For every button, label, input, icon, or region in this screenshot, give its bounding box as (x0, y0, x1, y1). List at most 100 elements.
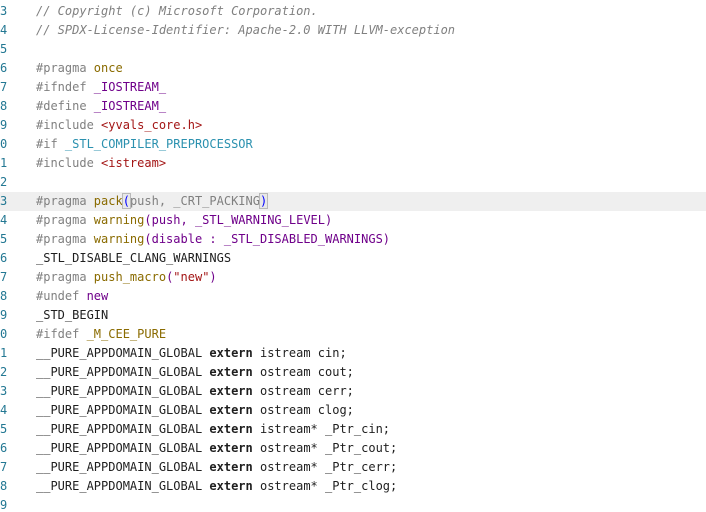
code-token: extern (209, 479, 253, 493)
code-token: _M_CEE_PURE (79, 327, 167, 341)
code-line[interactable]: 9 #include <yvals_core.h> (0, 116, 706, 135)
code-line[interactable]: 1 #include <istream> (0, 154, 706, 173)
code-token: (push, _STL_WARNING_LEVEL) (144, 213, 333, 227)
line-code: #include <istream> (36, 154, 166, 173)
code-token: extern (209, 346, 253, 360)
code-token: once (86, 61, 123, 75)
line-number: 8 (0, 99, 8, 113)
code-line[interactable]: 0 #ifdef _M_CEE_PURE (0, 325, 706, 344)
code-token: // Copyright (c) Microsoft Corporation. (36, 4, 318, 18)
code-line[interactable]: 8 __PURE_APPDOMAIN_GLOBAL extern ostream*… (0, 477, 706, 496)
code-token: (disable : _STL_DISABLED_WARNINGS) (144, 232, 391, 246)
line-number: 2 (0, 175, 8, 189)
code-line[interactable]: 4 // SPDX-License-Identifier: Apache-2.0 … (0, 21, 706, 40)
line-number: 5 (0, 422, 8, 436)
line-code: __PURE_APPDOMAIN_GLOBAL extern ostream c… (36, 363, 354, 382)
line-code: #pragma push_macro("new") (36, 268, 217, 287)
code-line[interactable]: 7 #ifndef _IOSTREAM_ (0, 78, 706, 97)
code-token: ) (209, 270, 217, 284)
bracket-match-token: ( (121, 193, 131, 209)
line-number: 5 (0, 42, 8, 56)
code-line[interactable]: 1 __PURE_APPDOMAIN_GLOBAL extern istream … (0, 344, 706, 363)
line-number: 6 (0, 61, 8, 75)
code-token: <istream> (93, 156, 167, 170)
code-token: __PURE_APPDOMAIN_GLOBAL (36, 384, 210, 398)
code-token: extern (209, 403, 253, 417)
line-number: 8 (0, 289, 8, 303)
code-token: extern (209, 384, 253, 398)
code-token: #undef (36, 289, 80, 303)
code-line[interactable]: 9 _STD_BEGIN (0, 306, 706, 325)
code-line[interactable]: 6 #pragma once (0, 59, 706, 78)
line-code: _STD_BEGIN (36, 306, 108, 325)
code-line[interactable]: 2 __PURE_APPDOMAIN_GLOBAL extern ostream … (0, 363, 706, 382)
line-number: 6 (0, 441, 8, 455)
text-caret (267, 194, 269, 209)
line-code: #pragma once (36, 59, 123, 78)
code-token: #ifndef (36, 80, 87, 94)
code-token: <yvals_core.h> (93, 118, 203, 132)
code-token: new (79, 289, 109, 303)
line-number: 0 (0, 137, 8, 151)
code-line[interactable]: 5 #pragma warning(disable : _STL_DISABLED… (0, 230, 706, 249)
line-code: _STL_DISABLE_CLANG_WARNINGS (36, 249, 231, 268)
code-line[interactable]: 6 _STL_DISABLE_CLANG_WARNINGS (0, 249, 706, 268)
code-line[interactable]: 0 #if _STL_COMPILER_PREPROCESSOR (0, 135, 706, 154)
line-number: 3 (0, 4, 8, 18)
line-code: #if _STL_COMPILER_PREPROCESSOR (36, 135, 253, 154)
code-token: #pragma (36, 270, 87, 284)
line-number: 3 (0, 194, 8, 208)
code-token: #pragma (36, 194, 87, 208)
line-number: 9 (0, 498, 8, 512)
line-code: #define _IOSTREAM_ (36, 97, 166, 116)
code-token: istream* _Ptr_cin; (252, 422, 391, 436)
line-code: #pragma warning(push, _STL_WARNING_LEVEL… (36, 211, 332, 230)
code-line[interactable]: 8 #define _IOSTREAM_ (0, 97, 706, 116)
code-line[interactable]: 7 __PURE_APPDOMAIN_GLOBAL extern ostream*… (0, 458, 706, 477)
line-code: #pragma warning(disable : _STL_DISABLED_… (36, 230, 390, 249)
line-number: 4 (0, 403, 8, 417)
code-line[interactable]: 8 #undef new (0, 287, 706, 306)
line-number: 5 (0, 232, 8, 246)
code-token: __PURE_APPDOMAIN_GLOBAL (36, 460, 210, 474)
bracket-match-token: ) (258, 193, 269, 209)
code-token: #include (36, 118, 94, 132)
line-number: 8 (0, 479, 8, 493)
code-token: ostream* _Ptr_clog; (252, 479, 398, 493)
code-line[interactable]: 7 #pragma push_macro("new") (0, 268, 706, 287)
code-token: extern (209, 460, 253, 474)
line-code: #include <yvals_core.h> (36, 116, 202, 135)
line-number: 7 (0, 460, 8, 474)
line-code: __PURE_APPDOMAIN_GLOBAL extern istream* … (36, 420, 390, 439)
code-line[interactable]: 5 (0, 40, 706, 59)
line-code: #pragma pack(push, _CRT_PACKING) (36, 192, 269, 211)
line-number: 4 (0, 23, 8, 37)
code-line[interactable]: 6 __PURE_APPDOMAIN_GLOBAL extern ostream*… (0, 439, 706, 458)
code-token: push_macro (86, 270, 167, 284)
code-line[interactable]: 4 __PURE_APPDOMAIN_GLOBAL extern ostream … (0, 401, 706, 420)
code-editor[interactable]: 3 // Copyright (c) Microsoft Corporation.… (0, 2, 706, 512)
code-line[interactable]: 2 (0, 173, 706, 192)
code-line[interactable]: 5 __PURE_APPDOMAIN_GLOBAL extern istream*… (0, 420, 706, 439)
code-line[interactable]: 3 #pragma pack(push, _CRT_PACKING) (0, 192, 706, 211)
code-token: _IOSTREAM_ (86, 80, 167, 94)
code-line[interactable]: 3 __PURE_APPDOMAIN_GLOBAL extern ostream … (0, 382, 706, 401)
code-line[interactable]: 3 // Copyright (c) Microsoft Corporation. (0, 2, 706, 21)
code-token: ostream* _Ptr_cout; (252, 441, 398, 455)
line-code: #undef new (36, 287, 108, 306)
code-line[interactable]: 9 (0, 496, 706, 512)
line-code: __PURE_APPDOMAIN_GLOBAL extern ostream* … (36, 458, 397, 477)
code-token: ostream clog; (252, 403, 354, 417)
code-token: __PURE_APPDOMAIN_GLOBAL (36, 441, 210, 455)
code-token: #pragma (36, 213, 87, 227)
code-token: extern (209, 365, 253, 379)
code-token: "new" (173, 270, 210, 284)
line-code: __PURE_APPDOMAIN_GLOBAL extern ostream c… (36, 401, 354, 420)
code-token: __PURE_APPDOMAIN_GLOBAL (36, 346, 210, 360)
line-number: 6 (0, 251, 8, 265)
code-line[interactable]: 4 #pragma warning(push, _STL_WARNING_LEVE… (0, 211, 706, 230)
code-token: warning (86, 232, 145, 246)
code-token: _STL_DISABLE_CLANG_WARNINGS (36, 251, 232, 265)
line-number: 7 (0, 80, 8, 94)
code-token: extern (209, 441, 253, 455)
